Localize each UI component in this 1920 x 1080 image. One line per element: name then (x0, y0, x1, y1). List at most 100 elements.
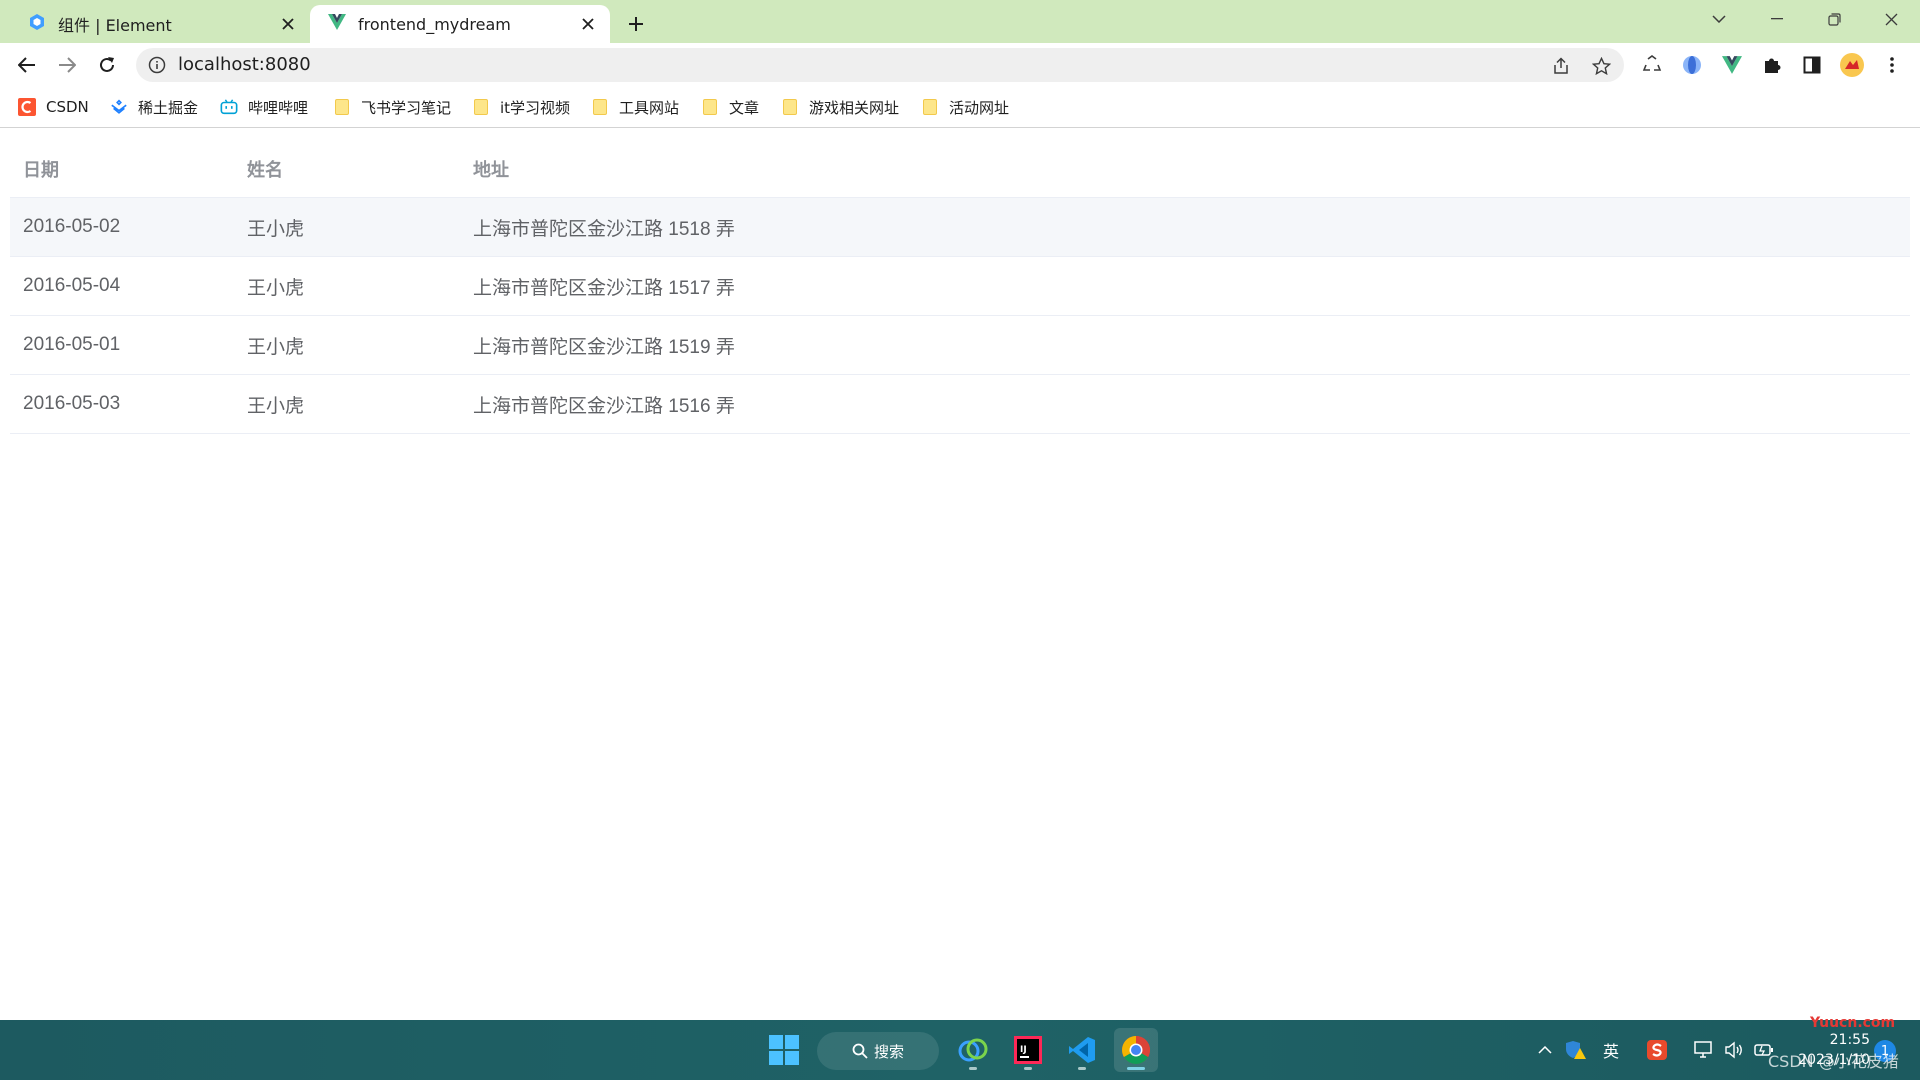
extension-vue-devtools-button[interactable] (1719, 52, 1745, 78)
close-window-button[interactable] (1866, 4, 1916, 34)
bilibili-logo-icon (220, 98, 238, 116)
close-icon (1885, 13, 1897, 25)
cell-date: 2016-05-04 (23, 275, 121, 296)
watermark-site: Yuucn.com (1810, 1015, 1896, 1031)
table-row[interactable]: 2016-05-03 王小虎 上海市普陀区金沙江路 1516 弄 (10, 375, 1910, 434)
cell-name: 王小虎 (247, 218, 305, 240)
browser-menu-button[interactable] (1879, 52, 1905, 78)
cell-address: 上海市普陀区金沙江路 1516 弄 (473, 395, 735, 417)
bookmark-bilibili[interactable]: 哔哩哔哩 (220, 95, 308, 119)
taskbar: 搜索 IJ 英 21:55 2023/1/10 1 (0, 1020, 1920, 1080)
minimize-button[interactable] (1752, 4, 1802, 34)
tab-element[interactable]: 组件 | Element (10, 5, 310, 43)
side-panel-icon (1803, 56, 1821, 74)
taskbar-search-button[interactable]: 搜索 (817, 1032, 939, 1070)
tab-frontend-label: frontend_mydream (358, 14, 511, 34)
folder-icon (781, 98, 799, 116)
bookmark-label: 稀土掘金 (138, 98, 199, 117)
tray-volume[interactable] (1722, 1034, 1746, 1066)
info-icon[interactable] (148, 56, 166, 74)
vue-devtools-icon (1722, 56, 1742, 74)
reload-button[interactable] (92, 50, 122, 80)
tray-network[interactable] (1692, 1034, 1716, 1066)
bookmark-label: it学习视频 (500, 98, 571, 117)
recycle-icon (1642, 55, 1662, 71)
avatar-icon (1840, 53, 1864, 77)
folder-icon (472, 98, 490, 116)
new-tab-button[interactable] (622, 10, 650, 38)
globe-extension-icon (1683, 56, 1701, 74)
shield-warning-icon (1566, 1041, 1586, 1059)
bookmark-label: CSDN (46, 98, 89, 116)
tray-security[interactable] (1564, 1034, 1588, 1066)
cell-name: 王小虎 (247, 395, 305, 417)
minimize-icon (1771, 18, 1783, 20)
arrow-right-icon (59, 57, 76, 73)
close-tab-icon[interactable] (278, 14, 298, 34)
table-header-row: 日期 姓名 地址 (10, 140, 1910, 198)
share-button[interactable] (1550, 55, 1572, 77)
intellij-app-icon: IJ (1014, 1036, 1042, 1064)
tray-overflow-button[interactable] (1535, 1034, 1555, 1066)
address-bar[interactable]: localhost:8080 (136, 48, 1624, 82)
extensions-button[interactable] (1759, 52, 1785, 78)
bookmark-folder-it-videos[interactable]: it学习视频 (472, 95, 570, 119)
close-tab-icon[interactable] (578, 14, 598, 34)
table-row[interactable]: 2016-05-04 王小虎 上海市普陀区金沙江路 1517 弄 (10, 257, 1910, 316)
bookmark-folder-events[interactable]: 活动网址 (921, 95, 1009, 119)
bookmark-csdn[interactable]: CSDN (18, 95, 89, 119)
data-table: 日期 姓名 地址 2016-05-02 王小虎 上海市普陀区金沙江路 1518 … (10, 140, 1910, 434)
cell-date: 2016-05-02 (23, 216, 121, 237)
taskbar-app-intellij[interactable]: IJ (1006, 1028, 1050, 1072)
table-row[interactable]: 2016-05-01 王小虎 上海市普陀区金沙江路 1519 弄 (10, 316, 1910, 375)
screen: 组件 | Element frontend_mydream localhost:… (0, 0, 1920, 1080)
url-text[interactable]: localhost:8080 (178, 48, 311, 82)
speaker-icon (1725, 1041, 1742, 1059)
tab-strip: 组件 | Element frontend_mydream (0, 0, 1920, 43)
table-row[interactable]: 2016-05-02 王小虎 上海市普陀区金沙江路 1518 弄 (10, 198, 1910, 257)
bookmark-star-button[interactable] (1590, 55, 1612, 77)
folder-icon (333, 98, 351, 116)
bookmark-label: 活动网址 (949, 98, 1010, 117)
taskbar-app-vscode[interactable] (1060, 1028, 1104, 1072)
cell-address: 上海市普陀区金沙江路 1519 弄 (473, 336, 735, 358)
tab-element-label: 组件 | Element (58, 16, 172, 35)
cell-name: 王小虎 (247, 277, 305, 299)
cell-date: 2016-05-01 (23, 334, 121, 355)
svg-text:IJ: IJ (1020, 1045, 1027, 1055)
tab-search-button[interactable] (1694, 4, 1744, 34)
bookmark-folder-feishu[interactable]: 飞书学习笔记 (333, 95, 451, 119)
bookmark-label: 文章 (729, 98, 760, 117)
bookmark-juejin[interactable]: 稀土掘金 (110, 95, 198, 119)
share-icon (1554, 57, 1568, 74)
side-panel-button[interactable] (1799, 52, 1825, 78)
restore-button[interactable] (1809, 4, 1859, 34)
folder-icon (591, 98, 609, 116)
tray-sogou[interactable] (1645, 1034, 1669, 1066)
extension-recycle-button[interactable] (1639, 52, 1665, 78)
extension-globe-button[interactable] (1679, 52, 1705, 78)
forward-button[interactable] (52, 50, 82, 80)
column-header-address: 地址 (473, 159, 509, 180)
page-content: 日期 姓名 地址 2016-05-02 王小虎 上海市普陀区金沙江路 1518 … (0, 128, 1920, 1018)
plus-icon (629, 17, 643, 31)
vue-favicon-icon (328, 14, 346, 34)
bookmark-folder-tools[interactable]: 工具网站 (591, 95, 679, 119)
tab-frontend-mydream[interactable]: frontend_mydream (310, 5, 610, 43)
taskbar-app-chrome[interactable] (1114, 1028, 1158, 1072)
restore-icon (1827, 12, 1841, 26)
bookmark-folder-games[interactable]: 游戏相关网址 (781, 95, 899, 119)
more-vertical-icon (1890, 57, 1894, 73)
bookmark-folder-articles[interactable]: 文章 (701, 95, 759, 119)
ime-indicator[interactable]: 英 (1598, 1034, 1624, 1066)
element-favicon-icon (28, 13, 46, 35)
juejin-logo-icon (110, 98, 128, 116)
taskbar-app-copilot[interactable] (951, 1028, 995, 1072)
cell-address: 上海市普陀区金沙江路 1517 弄 (473, 277, 735, 299)
bookmark-label: 游戏相关网址 (809, 98, 900, 117)
back-button[interactable] (12, 50, 42, 80)
start-button[interactable] (762, 1028, 806, 1072)
profile-avatar[interactable] (1839, 52, 1865, 78)
copilot-app-icon (958, 1038, 988, 1062)
arrow-left-icon (18, 57, 35, 73)
